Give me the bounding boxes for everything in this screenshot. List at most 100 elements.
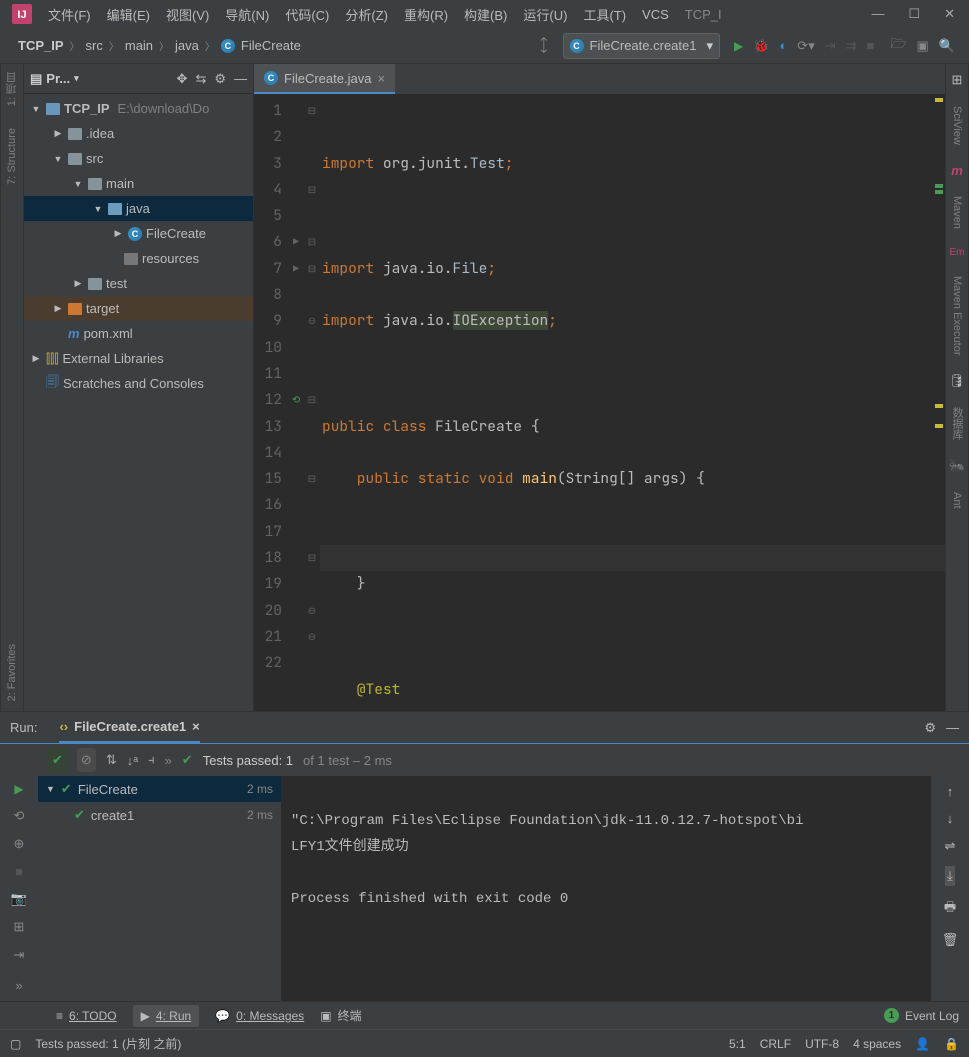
sort-icon[interactable]: ⇅ [106, 752, 117, 768]
breadcrumb-file[interactable]: FileCreate [241, 38, 301, 53]
tree-idea[interactable]: ▶.idea [24, 121, 253, 146]
console-toolbar: ↑ ↓ ⇌ ⤓ 🖶 🗑 [931, 776, 969, 1001]
menu-code[interactable]: 代码(C) [277, 5, 337, 24]
code-editor[interactable]: 12345678910111213141516171819202122 ▶ ▶ … [254, 94, 945, 711]
maven-exec-icon[interactable]: Em [950, 247, 965, 258]
project-tool-tab[interactable]: 1: 项目 [4, 72, 20, 106]
run-button-icon[interactable]: ▶ [734, 39, 743, 53]
breadcrumb-java[interactable]: java [175, 38, 199, 53]
code-body[interactable]: import org.junit.Test; import java.io.Fi… [320, 94, 945, 711]
tree-resources[interactable]: resources [24, 246, 253, 271]
locate-icon[interactable]: ✥ [177, 71, 188, 87]
attach-icon[interactable]: ⇥ [825, 38, 836, 54]
run-tab[interactable]: ‹›FileCreate.create1× [59, 712, 199, 743]
event-log-button[interactable]: 1Event Log [884, 1008, 959, 1023]
run-configuration-selector[interactable]: C FileCreate.create1 ▾ [563, 33, 720, 59]
stop-icon[interactable]: ■ [15, 864, 23, 879]
close-icon[interactable]: × [192, 719, 200, 734]
menu-analyze[interactable]: 分析(Z) [337, 5, 396, 24]
breadcrumb-main[interactable]: main [125, 38, 153, 53]
gear-icon[interactable]: ⚙ [214, 71, 226, 87]
menu-navigate[interactable]: 导航(N) [217, 5, 277, 24]
tree-test[interactable]: ▶test [24, 271, 253, 296]
tree-root[interactable]: ▼TCP_IP E:\download\Do [24, 96, 253, 121]
scroll-to-end-icon[interactable]: ⤓ [945, 866, 955, 886]
menu-edit[interactable]: 编辑(E) [99, 5, 158, 24]
console-output[interactable]: "C:\Program Files\Eclipse Foundation\jdk… [283, 776, 931, 1001]
tree-scratches[interactable]: 🗐Scratches and Consoles [24, 371, 253, 396]
editor-tabs: C FileCreate.java × [254, 64, 945, 94]
tree-filecreate[interactable]: ▶CFileCreate [24, 221, 253, 246]
test-tree-child[interactable]: ✔create12 ms [38, 802, 281, 828]
dump-icon[interactable]: 📷 [11, 891, 27, 907]
database-tab[interactable]: 数据库 [949, 407, 965, 440]
sort-asc-icon[interactable]: ↓ᵃ [127, 753, 138, 768]
layout-icon[interactable]: ⊞ [14, 919, 25, 935]
favorites-tool-tab[interactable]: 2: Favorites [6, 644, 18, 701]
database-icon[interactable]: 🛢 [949, 373, 966, 389]
run-anything-icon[interactable]: ▣ [917, 38, 929, 54]
stop-icon[interactable]: ■ [867, 38, 875, 53]
run-tab-button[interactable]: ▶ 4: Run [133, 1005, 200, 1027]
tree-external-libs[interactable]: ▶⫿⫿⫿External Libraries [24, 346, 253, 371]
menu-vcs[interactable]: VCS [634, 7, 677, 22]
menu-file[interactable]: 文件(F) [40, 5, 99, 24]
gear-icon[interactable]: ⚙ [924, 720, 936, 736]
sciview-icon[interactable]: ⊞ [952, 72, 963, 88]
project-header-label[interactable]: Pr... [46, 71, 70, 86]
tree-src[interactable]: ▼src [24, 146, 253, 171]
scroll-down-icon[interactable]: ↓ [947, 811, 954, 826]
tree-java[interactable]: ▼java [24, 196, 253, 221]
menu-refactor[interactable]: 重构(R) [396, 5, 456, 24]
collapse-icon[interactable]: ⇆ [195, 71, 206, 87]
gutter-run-icon[interactable]: ▶ [293, 256, 299, 282]
toggle-auto-icon[interactable]: ⊕ [14, 836, 25, 852]
gutter-rerun-icon[interactable]: ⟲ [292, 387, 300, 413]
editor-tab-filecreate[interactable]: C FileCreate.java × [254, 64, 395, 94]
breadcrumb-src[interactable]: src [86, 38, 103, 53]
tree-pom[interactable]: mpom.xml [24, 321, 253, 346]
maven-tab[interactable]: Maven [951, 196, 963, 229]
close-icon[interactable]: ✕ [944, 6, 955, 22]
todo-tab[interactable]: ≡ 6: TODO [56, 1009, 117, 1023]
debug-button-icon[interactable]: 🐞 [753, 38, 769, 54]
menu-view[interactable]: 视图(V) [158, 5, 217, 24]
maximize-icon[interactable]: ☐ [908, 6, 920, 22]
pin-icon[interactable]: ⇥ [14, 947, 25, 963]
soft-wrap-icon[interactable]: ⇌ [945, 838, 956, 854]
search-icon[interactable]: 🔍 [939, 38, 955, 54]
terminal-tab[interactable]: ▣ 终端 [320, 1007, 361, 1024]
messages-tab[interactable]: 💬 0: Messages [215, 1009, 304, 1023]
scroll-up-icon[interactable]: ↑ [947, 784, 954, 799]
project-structure-icon[interactable]: 🗁 [890, 35, 906, 57]
profile-icon[interactable]: ⟳▾ [797, 38, 814, 54]
menu-build[interactable]: 构建(B) [456, 5, 515, 24]
hide-icon[interactable]: — [234, 71, 247, 86]
minimize-icon[interactable]: — [871, 6, 884, 22]
sciview-tab[interactable]: SciView [951, 106, 963, 145]
coverage-icon[interactable]: ◐ [779, 38, 787, 53]
breadcrumb-root[interactable]: TCP_IP [18, 38, 64, 53]
hide-icon[interactable]: — [946, 720, 959, 735]
clear-icon[interactable]: 🗑 [942, 932, 959, 948]
print-icon[interactable]: 🖶 [944, 898, 956, 920]
tab-close-icon[interactable]: × [377, 71, 385, 86]
rerun-icon[interactable]: ▶ [14, 782, 23, 796]
maven-executor-tab[interactable]: Maven Executor [951, 276, 963, 355]
gutter-run-icon[interactable]: ▶ [293, 229, 299, 255]
menu-tools[interactable]: 工具(T) [575, 5, 634, 24]
expand-icon[interactable]: ⫞ [148, 752, 155, 768]
build-hammer-icon[interactable]: ⤢ [533, 35, 555, 57]
show-passed-icon[interactable]: ✔ [48, 748, 67, 772]
rerun-failed-icon[interactable]: ⟲ [14, 808, 25, 824]
menu-run[interactable]: 运行(U) [515, 5, 575, 24]
ant-tab[interactable]: Ant [951, 492, 963, 509]
ant-icon[interactable]: 🐜 [949, 458, 965, 474]
tree-main[interactable]: ▼main [24, 171, 253, 196]
show-ignored-icon[interactable]: ⊘ [77, 748, 96, 772]
test-tree-root[interactable]: ▼✔FileCreate2 ms [38, 776, 281, 802]
tree-target[interactable]: ▶target [24, 296, 253, 321]
maven-icon[interactable]: m [951, 163, 963, 178]
structure-tool-tab[interactable]: 7: Structure [6, 128, 18, 185]
step-icon[interactable]: ⇉ [846, 38, 857, 54]
